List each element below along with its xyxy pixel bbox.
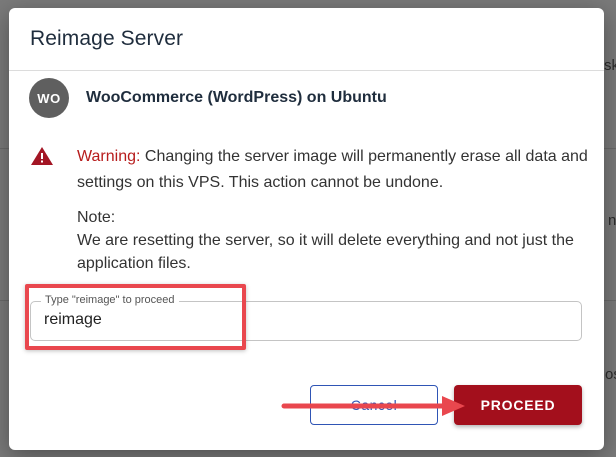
annotation-highlight-box: [25, 284, 246, 350]
app-avatar: WO: [29, 78, 69, 118]
warning-body: Changing the server image will permanent…: [77, 148, 588, 191]
dialog-divider: [9, 70, 604, 71]
annotation-arrow-icon: [281, 396, 465, 416]
note-block: Note: We are resetting the server, so it…: [77, 206, 592, 275]
app-name: WooCommerce (WordPress) on Ubuntu: [86, 89, 387, 106]
selected-application: WO WooCommerce (WordPress) on Ubuntu: [29, 78, 387, 118]
dialog-title: Reimage Server: [30, 27, 184, 50]
warning-label: Warning:: [77, 148, 141, 165]
reimage-server-dialog: Reimage Server WO WooCommerce (WordPress…: [9, 8, 604, 450]
backdrop-text: os: [605, 366, 616, 383]
backdrop-text: n: [608, 212, 616, 229]
backdrop-text: sk: [604, 57, 616, 74]
note-message: We are resetting the server, so it will …: [77, 232, 574, 272]
warning-triangle-icon: [31, 147, 53, 165]
warning-message: Warning: Changing the server image will …: [77, 144, 592, 196]
note-heading: Note:: [77, 209, 116, 226]
